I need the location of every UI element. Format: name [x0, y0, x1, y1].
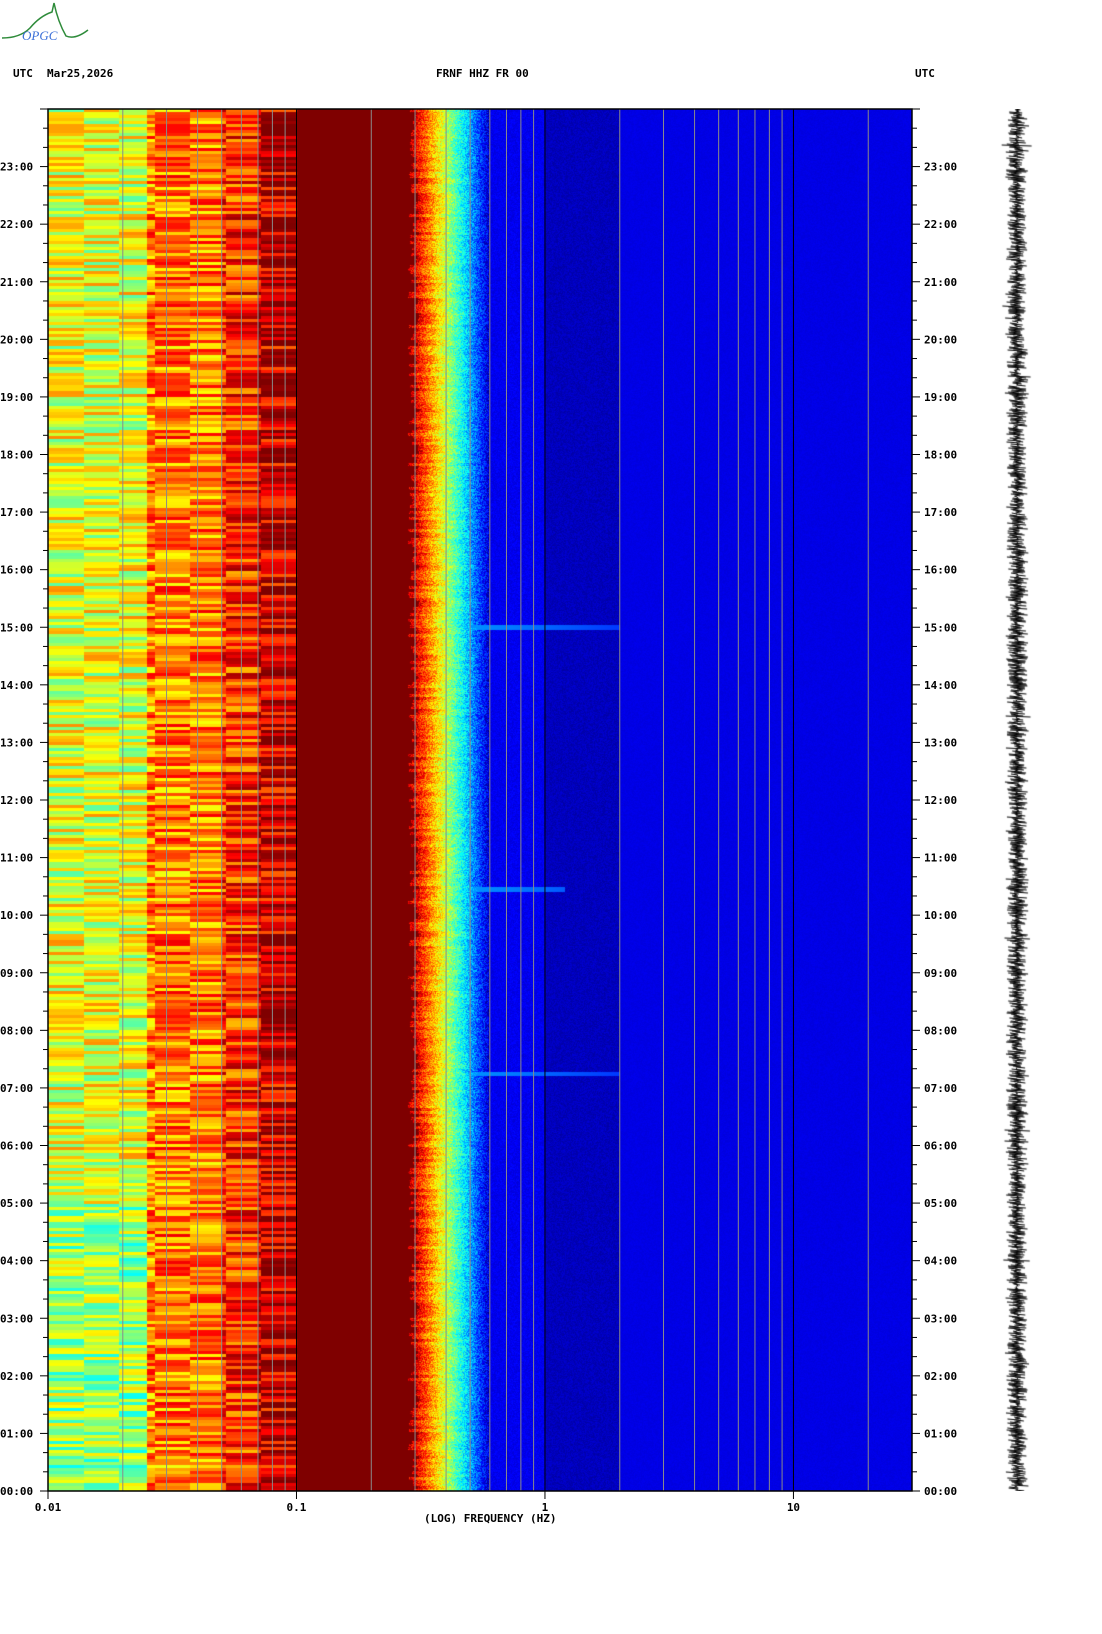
y-tick-label-left: 16:00: [0, 564, 33, 577]
y-tick-label-right: 02:00: [924, 1370, 957, 1383]
y-tick-label-left: 05:00: [0, 1197, 33, 1210]
y-tick-label-left: 23:00: [0, 161, 33, 174]
y-tick-label-left: 04:00: [0, 1255, 33, 1268]
chart-axes: 00:00 00:00 01:00 01:00 02:00 02:00 03:00 03:00…: [0, 108, 957, 1514]
y-tick-label-right: 16:00: [924, 564, 957, 577]
y-tick-label-left: 15:00: [0, 621, 33, 634]
y-tick-label-right: 04:00: [924, 1255, 957, 1268]
y-tick-label-right: 06:00: [924, 1140, 957, 1153]
y-tick-label-right: 18:00: [924, 449, 957, 462]
y-tick-label-right: 22:00: [924, 218, 957, 231]
y-tick-label-left: 11:00: [0, 852, 33, 865]
y-tick-label-left: 20:00: [0, 333, 33, 346]
x-axis-label: (LOG) FREQUENCY (HZ): [424, 1512, 557, 1525]
y-tick-label-left: 18:00: [0, 449, 33, 462]
y-tick-label-right: 15:00: [924, 621, 957, 634]
y-tick-label-right: 19:00: [924, 391, 957, 404]
y-tick-label-left: 03:00: [0, 1312, 33, 1325]
y-tick-label-right: 05:00: [924, 1197, 957, 1210]
seismogram-trace: [995, 109, 1040, 1491]
y-tick-label-right: 01:00: [924, 1427, 957, 1440]
y-tick-label-right: 13:00: [924, 736, 957, 749]
y-tick-label-right: 23:00: [924, 161, 957, 174]
y-tick-label-right: 20:00: [924, 333, 957, 346]
y-tick-label-left: 21:00: [0, 276, 33, 289]
y-tick-label-right: 11:00: [924, 852, 957, 865]
y-tick-label-left: 01:00: [0, 1427, 33, 1440]
y-tick-label-left: 22:00: [0, 218, 33, 231]
y-tick-label-right: 21:00: [924, 276, 957, 289]
x-tick-label: 0.1: [287, 1501, 307, 1514]
y-tick-label-left: 10:00: [0, 909, 33, 922]
x-tick-label: 0.01: [35, 1501, 62, 1514]
y-tick-label-right: 09:00: [924, 967, 957, 980]
y-tick-label-left: 02:00: [0, 1370, 33, 1383]
y-tick-label-right: 03:00: [924, 1312, 957, 1325]
y-tick-label-right: 00:00: [924, 1485, 957, 1498]
y-tick-label-right: 10:00: [924, 909, 957, 922]
y-tick-label-left: 07:00: [0, 1082, 33, 1095]
y-tick-label-left: 17:00: [0, 506, 33, 519]
y-tick-label-right: 07:00: [924, 1082, 957, 1095]
x-tick-label: 10: [787, 1501, 800, 1514]
y-tick-label-right: 14:00: [924, 679, 957, 692]
y-tick-label-right: 17:00: [924, 506, 957, 519]
y-tick-label-left: 08:00: [0, 1024, 33, 1037]
y-tick-label-left: 09:00: [0, 967, 33, 980]
y-tick-label-left: 06:00: [0, 1140, 33, 1153]
y-tick-label-left: 13:00: [0, 736, 33, 749]
y-tick-label-left: 12:00: [0, 794, 33, 807]
y-tick-label-left: 00:00: [0, 1485, 33, 1498]
y-tick-label-left: 14:00: [0, 679, 33, 692]
y-tick-label-left: 19:00: [0, 391, 33, 404]
y-tick-label-right: 12:00: [924, 794, 957, 807]
y-tick-label-right: 08:00: [924, 1024, 957, 1037]
